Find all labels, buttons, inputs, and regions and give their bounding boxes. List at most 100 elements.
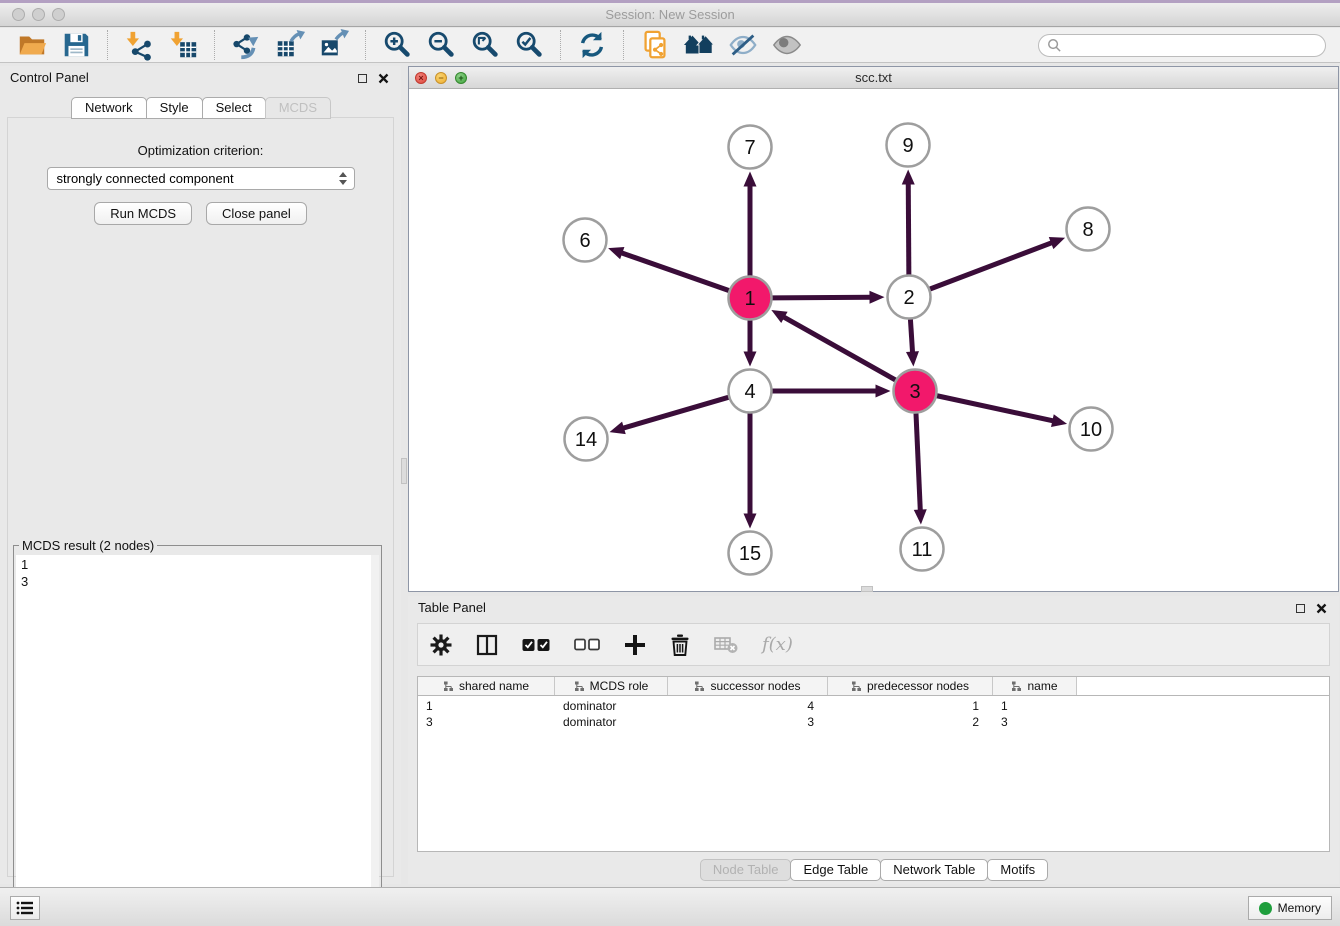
column-header-successor-nodes[interactable]: successor nodes <box>668 677 828 695</box>
table-tab-motifs[interactable]: Motifs <box>987 859 1048 881</box>
table-row[interactable]: 1dominator411 <box>418 698 1329 714</box>
graph-node-label: 8 <box>1082 219 1093 241</box>
deselect-all-icon[interactable] <box>574 632 600 658</box>
table-toolbar: f(x) <box>417 623 1330 666</box>
table-row[interactable]: 3dominator323 <box>418 714 1329 730</box>
result-scrollbar[interactable] <box>371 555 379 921</box>
network-window-title: scc.txt <box>409 67 1338 89</box>
toolbar-separator <box>107 30 108 60</box>
toolbar-separator <box>214 30 215 60</box>
tab-style[interactable]: Style <box>146 97 203 119</box>
trash-icon[interactable] <box>670 632 690 658</box>
table-cell: 4 <box>668 699 828 713</box>
close-panel-icon[interactable] <box>378 73 389 84</box>
node-table[interactable]: shared name MCDS role successor nodes prede… <box>417 676 1330 852</box>
export-table-icon[interactable] <box>272 28 308 62</box>
graph-edge-2-9[interactable] <box>908 181 909 274</box>
table-cell: 1 <box>418 699 555 713</box>
graph-node-label: 2 <box>903 287 914 309</box>
tab-network[interactable]: Network <box>71 97 147 119</box>
table-tab-edge-table[interactable]: Edge Table <box>790 859 881 881</box>
graph-edge-arrowhead <box>1049 237 1065 249</box>
function-icon[interactable]: f(x) <box>762 632 793 658</box>
export-image-icon[interactable] <box>316 28 352 62</box>
search-input[interactable] <box>1067 37 1317 53</box>
column-header-name[interactable]: name <box>993 677 1077 695</box>
graph-edge-4-14[interactable] <box>621 397 728 428</box>
table-header-row: shared name MCDS role successor nodes prede… <box>418 677 1329 696</box>
add-icon[interactable] <box>624 632 646 658</box>
tab-select[interactable]: Select <box>202 97 266 119</box>
zoom-in-icon[interactable] <box>379 28 415 62</box>
graph-node-label: 6 <box>579 230 590 252</box>
run-mcds-button[interactable]: Run MCDS <box>94 202 192 225</box>
graph-edge-1-2[interactable] <box>772 297 872 298</box>
column-header-MCDS-role[interactable]: MCDS role <box>555 677 668 695</box>
graph-edge-arrowhead <box>876 385 891 398</box>
column-header-shared-name[interactable]: shared name <box>418 677 555 695</box>
column-label: shared name <box>459 679 529 693</box>
horizontal-splitter-handle[interactable] <box>861 586 873 592</box>
table-tab-network-table[interactable]: Network Table <box>880 859 988 881</box>
home-icon[interactable] <box>681 28 717 62</box>
mcds-panel: Optimization criterion: strongly connect… <box>7 117 394 877</box>
table-cell: 2 <box>828 715 993 729</box>
optimization-criterion-label: Optimization criterion: <box>8 143 393 158</box>
gear-icon[interactable] <box>430 632 452 658</box>
table-tab-node-table[interactable]: Node Table <box>700 859 792 881</box>
graph-node-label: 10 <box>1080 419 1102 441</box>
column-header-predecessor-nodes[interactable]: predecessor nodes <box>828 677 993 695</box>
open-folder-icon[interactable] <box>14 28 50 62</box>
graph-edge-arrowhead <box>744 172 757 187</box>
column-label: successor nodes <box>710 679 800 693</box>
mcds-result-text[interactable]: 1 3 <box>16 555 371 921</box>
zoom-selected-icon[interactable] <box>511 28 547 62</box>
task-history-button[interactable] <box>10 896 40 920</box>
tab-mcds[interactable]: MCDS <box>265 97 331 119</box>
graph-edge-3-10[interactable] <box>937 396 1055 422</box>
optimization-criterion-dropdown[interactable]: strongly connected component <box>47 167 355 190</box>
clear-table-icon[interactable] <box>714 632 738 658</box>
zoom-fit-icon[interactable] <box>467 28 503 62</box>
main-toolbar <box>0 28 1340 63</box>
hide-eye-icon[interactable] <box>725 28 761 62</box>
vertical-splitter-handle[interactable] <box>401 458 407 484</box>
import-network-icon[interactable] <box>121 28 157 62</box>
graph-edge-2-8[interactable] <box>930 242 1054 289</box>
select-all-icon[interactable] <box>522 632 550 658</box>
save-icon[interactable] <box>58 28 94 62</box>
network-window-titlebar[interactable]: × − + scc.txt <box>409 67 1338 89</box>
column-pane-icon[interactable] <box>476 632 498 658</box>
refresh-icon[interactable] <box>574 28 610 62</box>
close-panel-button[interactable]: Close panel <box>206 202 307 225</box>
close-table-panel-icon[interactable] <box>1316 603 1327 614</box>
graph-edge-3-1[interactable] <box>782 316 896 380</box>
graph-node-label: 14 <box>575 429 597 451</box>
column-label: MCDS role <box>590 679 649 693</box>
dropdown-stepper-icon <box>339 172 347 185</box>
graph-edge-3-11[interactable] <box>916 413 920 512</box>
memory-button[interactable]: Memory <box>1248 896 1332 920</box>
sort-hierarchy-icon <box>694 681 705 692</box>
graph-node-label: 3 <box>909 381 920 403</box>
graph-edge-1-6[interactable] <box>619 252 728 290</box>
table-cell: 3 <box>993 715 1077 729</box>
dropdown-value: strongly connected component <box>57 171 234 186</box>
zoom-out-icon[interactable] <box>423 28 459 62</box>
import-table-icon[interactable] <box>165 28 201 62</box>
network-graph-canvas[interactable]: 7968124314101511 <box>409 90 1338 591</box>
network-view-window: × − + scc.txt 7968124314101511 <box>408 66 1339 592</box>
float-table-panel-icon[interactable] <box>1296 604 1305 613</box>
show-eye-icon[interactable] <box>769 28 805 62</box>
first-neighbors-icon[interactable] <box>637 28 673 62</box>
float-panel-icon[interactable] <box>358 74 367 83</box>
status-bar: Memory <box>0 887 1340 926</box>
mac-titlebar: Session: New Session <box>0 0 1340 27</box>
control-panel-title: Control Panel <box>10 70 89 85</box>
search-box[interactable] <box>1038 34 1326 57</box>
export-network-icon[interactable] <box>228 28 264 62</box>
table-panel-title: Table Panel <box>418 600 486 615</box>
table-cell: 1 <box>993 699 1077 713</box>
sort-hierarchy-icon <box>574 681 585 692</box>
graph-edge-2-3[interactable] <box>910 319 912 354</box>
